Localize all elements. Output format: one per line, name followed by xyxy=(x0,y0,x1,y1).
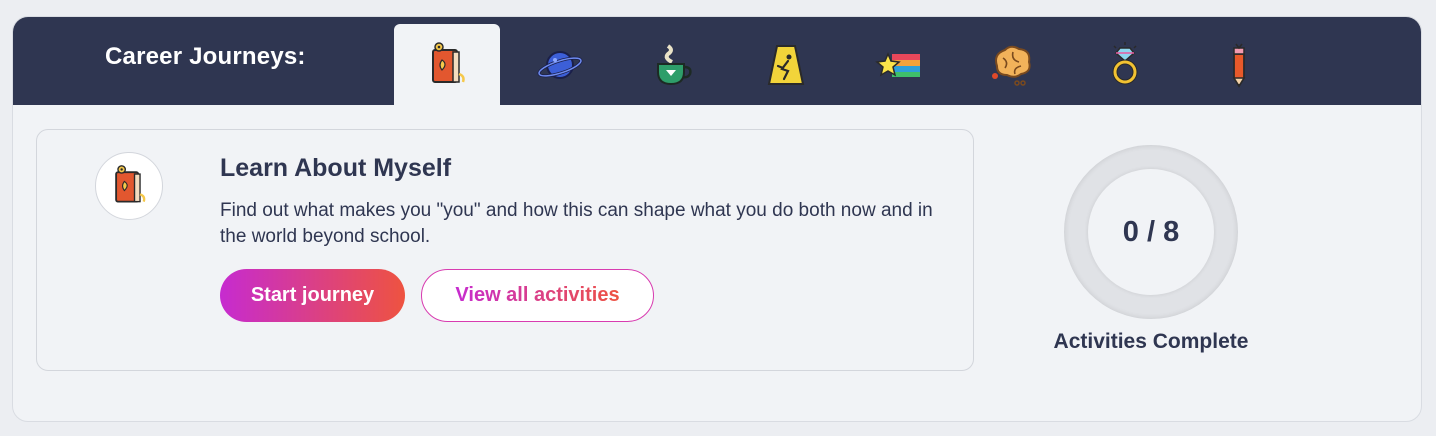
shooting-star-icon xyxy=(875,51,920,77)
view-all-activities-label: View all activities xyxy=(455,284,620,306)
header-title: Career Journeys: xyxy=(105,43,306,70)
journey-description: Find out what makes you "you" and how th… xyxy=(220,200,933,247)
progress-ring-outer: 0 / 8 xyxy=(1064,145,1238,319)
brain-icon xyxy=(992,45,1031,86)
book-icon xyxy=(115,165,146,203)
tab-planet[interactable] xyxy=(507,24,613,105)
journey-info-panel: Learn About Myself Find out what makes y… xyxy=(36,129,974,371)
tab-diamond-ring[interactable] xyxy=(1072,24,1178,105)
journey-title: Learn About Myself xyxy=(220,154,452,182)
tab-learn-about-myself[interactable] xyxy=(394,24,500,105)
pencil-icon xyxy=(1232,43,1246,88)
diamond-ring-icon xyxy=(1112,41,1138,84)
book-icon xyxy=(432,41,465,83)
tab-wet-floor[interactable] xyxy=(733,24,839,105)
activities-progress-ring: 0 / 8 xyxy=(1064,145,1238,319)
progress-value: 0 / 8 xyxy=(1088,169,1214,295)
coffee-cup-icon xyxy=(657,43,692,85)
wet-floor-sign-icon xyxy=(767,44,805,85)
tab-coffee[interactable] xyxy=(620,24,726,105)
journeys-header-bar: Career Journeys: xyxy=(13,17,1421,105)
view-all-activities-button[interactable]: View all activities xyxy=(421,269,654,322)
start-journey-button[interactable]: Start journey xyxy=(220,269,405,322)
tab-brain[interactable] xyxy=(959,24,1065,105)
tab-shooting-star[interactable] xyxy=(846,24,952,105)
progress-label: Activities Complete xyxy=(1053,330,1249,353)
career-journeys-card: Career Journeys: Learn About Myself Find… xyxy=(12,16,1422,422)
tab-pencil[interactable] xyxy=(1185,24,1291,105)
journey-avatar xyxy=(95,152,163,220)
planet-icon xyxy=(537,50,583,79)
